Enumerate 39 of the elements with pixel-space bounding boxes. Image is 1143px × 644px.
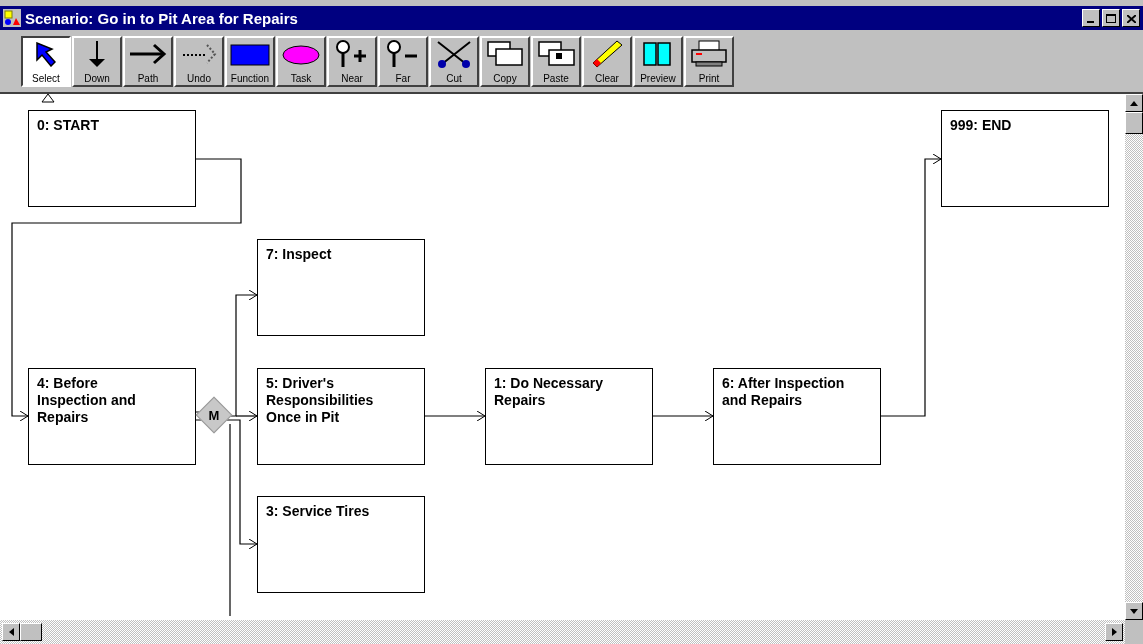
toolbar-button[interactable]: Clear bbox=[582, 35, 632, 87]
maximize-button[interactable] bbox=[1102, 9, 1120, 27]
scroll-right-icon bbox=[1111, 628, 1117, 636]
close-icon bbox=[1126, 15, 1136, 23]
toolbar-button[interactable]: Copy bbox=[480, 35, 530, 87]
toolbar-button[interactable]: Cut bbox=[429, 35, 479, 87]
diagram-node[interactable]: 6: After Inspection and Repairs bbox=[713, 368, 881, 465]
merge-node[interactable]: M bbox=[195, 396, 233, 434]
diagram-node[interactable]: 0: START bbox=[28, 110, 196, 207]
scroll-down-icon bbox=[1130, 608, 1138, 614]
toolbar-button[interactable]: Near bbox=[327, 35, 377, 87]
window-title: Scenario: Go in to Pit Area for Repairs bbox=[25, 9, 299, 27]
toolbar-button[interactable]: Paste bbox=[531, 35, 581, 87]
diagram-node[interactable]: 1: Do Necessary Repairs bbox=[485, 368, 653, 465]
scroll-left-icon bbox=[8, 628, 14, 636]
toolbar-button[interactable]: Function bbox=[225, 35, 275, 87]
diagram-node[interactable]: 3: Service Tires bbox=[257, 496, 425, 593]
toolbar-button[interactable]: Down bbox=[72, 35, 122, 87]
toolbar-button[interactable]: Task bbox=[276, 35, 326, 87]
diagram-node[interactable]: 999: END bbox=[941, 110, 1109, 207]
diagram-node[interactable]: 4: Before Inspection and Repairs bbox=[28, 368, 196, 465]
vertical-scrollbar[interactable] bbox=[1125, 94, 1143, 620]
toolbar-button[interactable]: Far bbox=[378, 35, 428, 87]
toolbar-button[interactable]: Select bbox=[21, 35, 71, 87]
horizontal-scrollbar[interactable] bbox=[0, 620, 1125, 644]
close-button[interactable] bbox=[1122, 9, 1140, 27]
toolbar-button[interactable]: Preview bbox=[633, 35, 683, 87]
scroll-thumb[interactable] bbox=[20, 623, 42, 641]
diagram-node[interactable]: 5: Driver's Responsibilities Once in Pit bbox=[257, 368, 425, 465]
diagram-node[interactable]: 7: Inspect bbox=[257, 239, 425, 336]
maximize-icon bbox=[1106, 14, 1116, 23]
scroll-thumb[interactable] bbox=[1125, 112, 1143, 134]
toolbar-button[interactable]: Path bbox=[123, 35, 173, 87]
app-icon bbox=[3, 9, 21, 27]
select-tool-icon bbox=[36, 41, 56, 67]
minimize-button[interactable] bbox=[1082, 9, 1100, 27]
scroll-up-icon bbox=[1130, 100, 1138, 106]
toolbar-button[interactable]: Print bbox=[684, 35, 734, 87]
toolbar-button[interactable]: Undo bbox=[174, 35, 224, 87]
